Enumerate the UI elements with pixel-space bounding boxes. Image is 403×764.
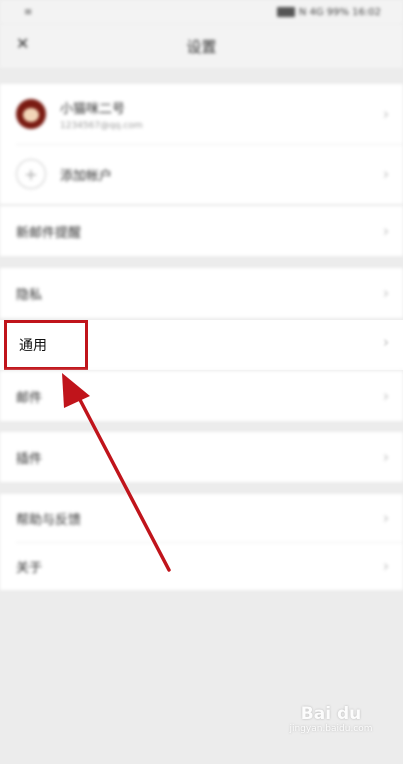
watermark-url: jingyan.baidu.com: [289, 724, 373, 734]
annotation-arrow: [62, 373, 171, 572]
arrow-shaft: [76, 394, 171, 572]
baidu-logo: Bai du: [300, 704, 362, 724]
baidu-watermark: Bai du jingyan.baidu.com: [281, 704, 381, 744]
arrow-head: [62, 373, 90, 408]
